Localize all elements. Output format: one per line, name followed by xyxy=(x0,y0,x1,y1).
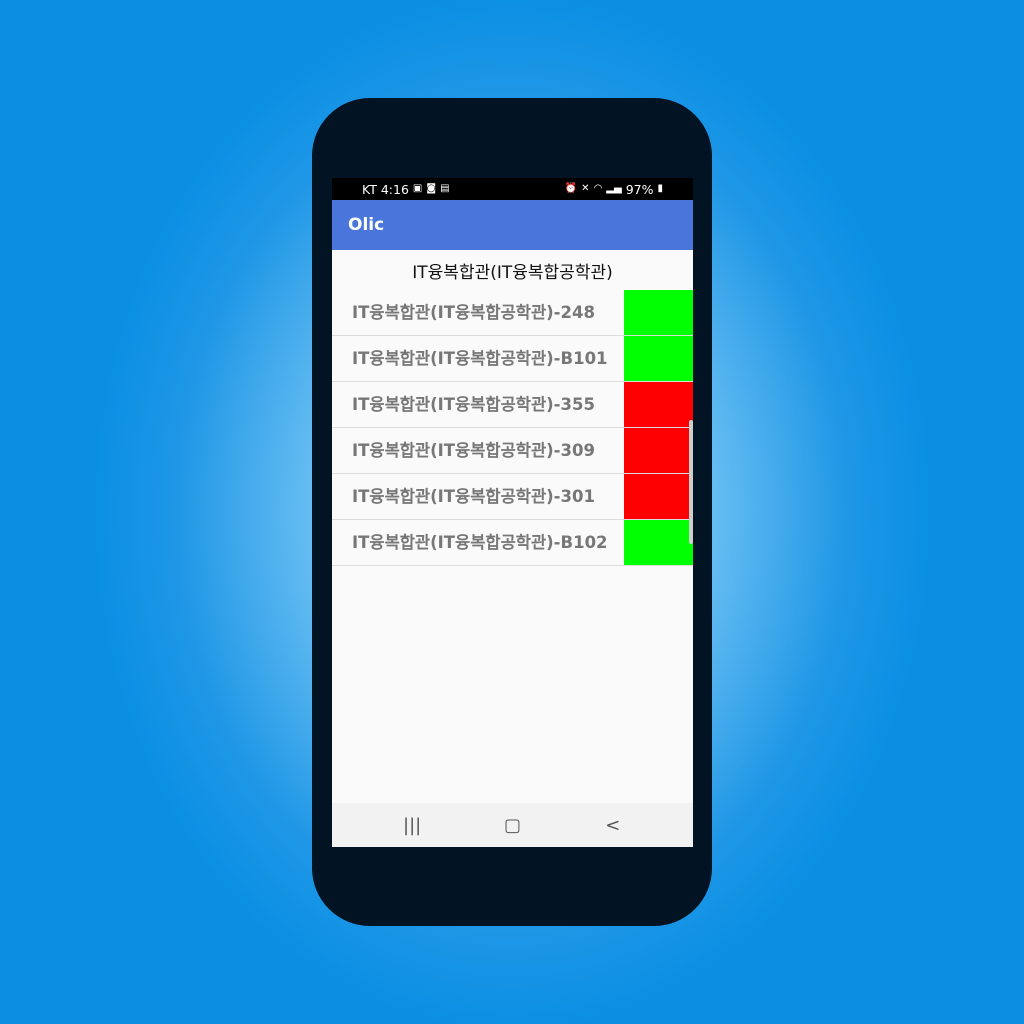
building-heading: IT융복합관(IT융복합공학관) xyxy=(412,262,613,283)
image-icon: ▣ xyxy=(412,183,423,194)
status-bar: KT 4:16 ▣ ◙ ▤ ⏰ ✕ ◠ ▂▄ 97% ▮ xyxy=(332,178,693,200)
room-row[interactable]: IT융복합관(IT융복합공학관)-309 xyxy=(332,428,693,474)
room-row[interactable]: IT융복합관(IT융복합공학관)-B101 xyxy=(332,336,693,382)
room-row[interactable]: IT융복합관(IT융복합공학관)-355 xyxy=(332,382,693,428)
room-status-indicator xyxy=(624,474,693,519)
room-status-indicator xyxy=(624,428,693,473)
app-bar: Olic xyxy=(332,200,693,250)
room-status-indicator xyxy=(624,290,693,335)
phone-screen: KT 4:16 ▣ ◙ ▤ ⏰ ✕ ◠ ▂▄ 97% ▮ Olic IT융복합관… xyxy=(332,178,693,847)
battery-icon: ▮ xyxy=(657,183,663,194)
room-row[interactable]: IT융복합관(IT융복합공학관)-248 xyxy=(332,290,693,336)
mute-icon: ✕ xyxy=(581,183,590,194)
room-label: IT융복합관(IT융복합공학관)-301 xyxy=(352,486,595,506)
carrier-time: KT 4:16 xyxy=(362,181,409,197)
room-row[interactable]: IT융복합관(IT융복합공학관)-B102 xyxy=(332,520,693,566)
room-label: IT융복합관(IT융복합공학관)-248 xyxy=(352,302,595,322)
room-status-indicator xyxy=(624,382,693,427)
alarm-icon: ⏰ xyxy=(564,183,578,194)
battery-level: 97% xyxy=(625,181,654,197)
search-doc-icon: ▤ xyxy=(440,183,450,194)
back-button[interactable]: < xyxy=(593,815,633,836)
room-label: IT융복합관(IT융복합공학관)-B101 xyxy=(352,348,608,368)
recents-button[interactable]: ||| xyxy=(392,815,432,836)
room-status-indicator xyxy=(624,520,693,565)
app-title: Olic xyxy=(348,215,385,235)
app-notification-icon: ◙ xyxy=(426,183,437,194)
room-label: IT융복합관(IT융복합공학관)-B102 xyxy=(352,532,608,552)
room-list: IT융복합관(IT융복합공학관)-248 IT융복합관(IT융복합공학관)-B10… xyxy=(332,290,693,566)
wifi-icon: ◠ xyxy=(593,183,603,194)
home-button[interactable]: ▢ xyxy=(492,815,532,836)
room-label: IT융복합관(IT융복합공학관)-355 xyxy=(352,394,595,414)
signal-icon: ▂▄ xyxy=(606,183,622,194)
navigation-bar: ||| ▢ < xyxy=(332,803,693,847)
room-label: IT융복합관(IT융복합공학관)-309 xyxy=(352,440,595,460)
room-row[interactable]: IT융복합관(IT융복합공학관)-301 xyxy=(332,474,693,520)
room-status-indicator xyxy=(624,336,693,381)
scrollbar[interactable] xyxy=(689,420,693,544)
